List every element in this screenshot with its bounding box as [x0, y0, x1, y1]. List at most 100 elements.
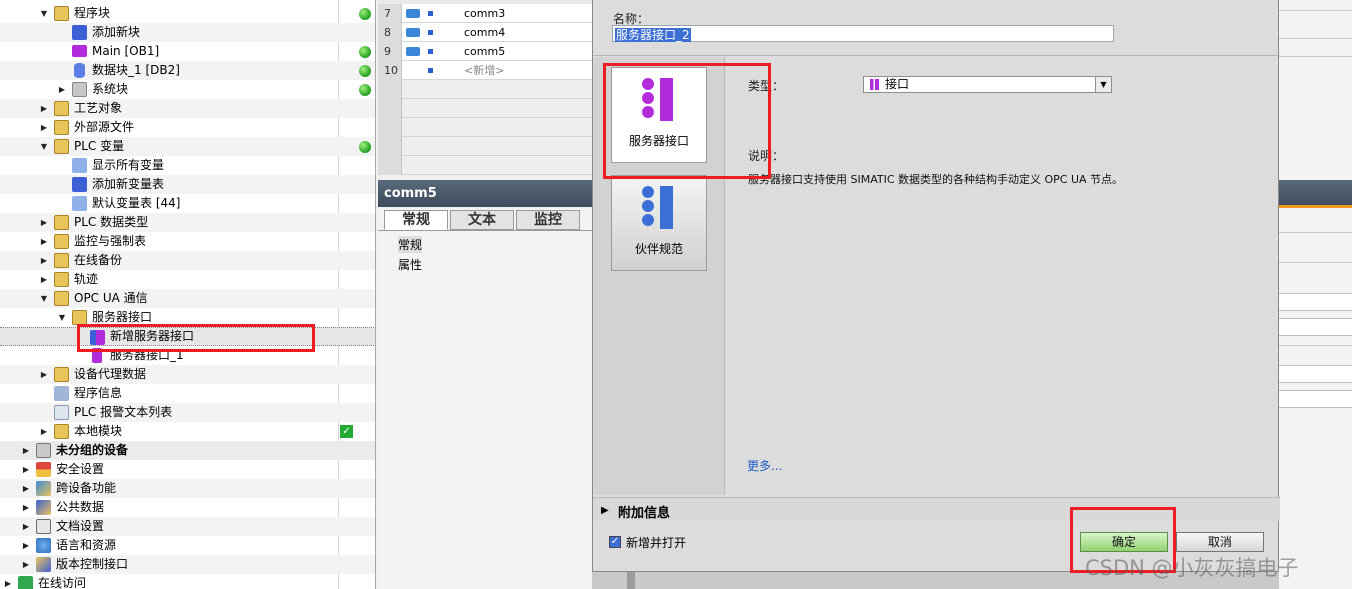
- additional-info-section[interactable]: ▶ 附加信息: [593, 497, 1280, 521]
- status-ok-icon: [359, 65, 371, 77]
- tree-item-label: 在线访问: [38, 576, 87, 589]
- more-link[interactable]: 更多...: [747, 457, 782, 474]
- chevron-right-icon[interactable]: ▶: [40, 124, 48, 132]
- tree-item-common-data[interactable]: ▶ 公共数据: [0, 498, 375, 517]
- node-marker-icon: [428, 68, 433, 73]
- chevron-right-icon[interactable]: ▶: [22, 561, 30, 569]
- tree-item-label: 轨迹: [74, 272, 99, 286]
- field[interactable]: [1279, 318, 1352, 336]
- chevron-right-icon[interactable]: ▶: [40, 276, 48, 284]
- chevron-right-icon[interactable]: ▶: [40, 105, 48, 113]
- type-value: 接口: [885, 77, 910, 91]
- row-name-add-new[interactable]: <新增>: [464, 61, 504, 80]
- tree-item-plc-data-types[interactable]: ▶ PLC 数据类型: [0, 213, 375, 232]
- table-row[interactable]: 10 <新增>: [378, 61, 592, 80]
- row-number: 10: [378, 61, 402, 80]
- tree-item-local-modules[interactable]: ▶ 本地模块 ✓: [0, 422, 375, 441]
- tag-table-icon: [72, 196, 87, 211]
- tree-item-alarm-text-lists[interactable]: PLC 报警文本列表: [0, 403, 375, 422]
- add-and-open-checkbox[interactable]: ✓: [609, 536, 621, 548]
- folder-icon: [54, 101, 69, 116]
- tree-item-traces[interactable]: ▶ 轨迹: [0, 270, 375, 289]
- chevron-down-icon[interactable]: ▼: [1095, 77, 1111, 92]
- tree-item-label: 显示所有变量: [92, 158, 165, 172]
- chevron-right-icon[interactable]: ▶: [22, 542, 30, 550]
- tree-item-cross-device[interactable]: ▶ 跨设备功能: [0, 479, 375, 498]
- tree-item-add-tag-table[interactable]: 添加新变量表: [0, 175, 375, 194]
- tree-item-watch-force-tables[interactable]: ▶ 监控与强制表: [0, 232, 375, 251]
- tree-item-online-backups[interactable]: ▶ 在线备份: [0, 251, 375, 270]
- tree-item-label: 程序块: [74, 6, 111, 20]
- field[interactable]: [1279, 293, 1352, 311]
- chevron-right-icon[interactable]: ▶: [40, 428, 48, 436]
- table-row[interactable]: 8 comm4: [378, 23, 592, 42]
- chevron-right-icon[interactable]: ▶: [40, 219, 48, 227]
- tree-item-default-tag-table[interactable]: 默认变量表 [44]: [0, 194, 375, 213]
- folder-icon: [54, 272, 69, 287]
- name-input[interactable]: 服务器接口_2: [612, 25, 1114, 42]
- folder-icon: [54, 120, 69, 135]
- tree-item-program-info[interactable]: 程序信息: [0, 384, 375, 403]
- tree-item-technology-objects[interactable]: ▶ 工艺对象: [0, 99, 375, 118]
- tree-item-version-control[interactable]: ▶ 版本控制接口: [0, 555, 375, 574]
- chevron-right-icon[interactable]: ▶: [40, 257, 48, 265]
- chevron-right-icon[interactable]: ▶: [22, 504, 30, 512]
- tree-item-device-proxy[interactable]: ▶ 设备代理数据: [0, 365, 375, 384]
- chevron-down-icon[interactable]: ▼: [40, 143, 48, 151]
- tree-item-languages-resources[interactable]: ▶ 语言和资源: [0, 536, 375, 555]
- tree-item-plc-tags[interactable]: ▼ PLC 变量: [0, 137, 375, 156]
- tree-item-ungrouped-devices[interactable]: ▶ 未分组的设备: [0, 441, 375, 460]
- tree-item-label: 语言和资源: [56, 538, 117, 552]
- chevron-right-icon[interactable]: ▶: [40, 371, 48, 379]
- row-name[interactable]: comm4: [464, 23, 505, 42]
- field[interactable]: [1279, 390, 1352, 408]
- field[interactable]: [1279, 365, 1352, 383]
- chevron-right-icon[interactable]: ▶: [22, 447, 30, 455]
- chevron-right-icon[interactable]: ▶: [40, 238, 48, 246]
- tree-item-document-settings[interactable]: ▶ 文档设置: [0, 517, 375, 536]
- status-ok-icon: [359, 141, 371, 153]
- nav-item-general[interactable]: 常规: [398, 236, 423, 253]
- card-partner-spec[interactable]: 伙伴规范: [611, 175, 707, 271]
- chevron-right-icon[interactable]: ▶: [4, 580, 12, 588]
- row-name[interactable]: comm3: [464, 4, 505, 23]
- chevron-down-icon[interactable]: ▼: [40, 295, 48, 303]
- chevron-right-icon[interactable]: ▶: [22, 523, 30, 531]
- node-icon: [406, 47, 420, 56]
- tab-texts[interactable]: 文本: [450, 210, 514, 230]
- row-name[interactable]: comm5: [464, 42, 505, 61]
- table-row[interactable]: 7 comm3: [378, 4, 592, 23]
- chevron-down-icon[interactable]: ▼: [40, 10, 48, 18]
- chevron-right-icon[interactable]: ▶: [22, 485, 30, 493]
- nav-item-properties[interactable]: 属性: [398, 256, 422, 273]
- grid-line: [1279, 56, 1352, 57]
- tree-item-program-blocks[interactable]: ▼ 程序块: [0, 4, 375, 23]
- cancel-button[interactable]: 取消: [1176, 532, 1264, 552]
- scrollbar-thumb[interactable]: [627, 572, 635, 589]
- tree-item-add-new-block[interactable]: 添加新块: [0, 23, 375, 42]
- partner-spec-icon: [642, 186, 654, 198]
- chevron-right-icon[interactable]: ▶: [58, 86, 66, 94]
- db-cylinder-icon: [74, 63, 85, 78]
- tree-item-show-all-tags[interactable]: 显示所有变量: [0, 156, 375, 175]
- type-select[interactable]: 接口 ▼: [863, 76, 1112, 93]
- tab-monitoring[interactable]: 监控: [516, 210, 580, 230]
- chevron-right-icon[interactable]: ▶: [601, 505, 609, 516]
- tree-item-main-ob1[interactable]: Main [OB1]: [0, 42, 375, 61]
- table-row[interactable]: 9 comm5: [378, 42, 592, 61]
- tree-item-online-access[interactable]: ▶ 在线访问: [0, 574, 375, 589]
- chevron-down-icon[interactable]: ▼: [58, 314, 66, 322]
- tree-item-external-sources[interactable]: ▶ 外部源文件: [0, 118, 375, 137]
- node-icon: [406, 9, 420, 18]
- chevron-right-icon[interactable]: ▶: [22, 466, 30, 474]
- tree-item-opc-ua[interactable]: ▼ OPC UA 通信: [0, 289, 375, 308]
- tree-item-data-block[interactable]: 数据块_1 [DB2]: [0, 61, 375, 80]
- text-list-icon: [54, 405, 69, 420]
- partner-spec-icon-dot: [642, 200, 654, 212]
- interface-table: 7 comm3 8 comm4 9 comm5 10 <新增>: [378, 0, 592, 175]
- name-value: 服务器接口_2: [615, 28, 691, 42]
- tree-item-system-blocks[interactable]: ▶ 系统块: [0, 80, 375, 99]
- tree-item-security-settings[interactable]: ▶ 安全设置: [0, 460, 375, 479]
- status-ok-icon: [359, 84, 371, 96]
- tab-general[interactable]: 常规: [384, 210, 448, 230]
